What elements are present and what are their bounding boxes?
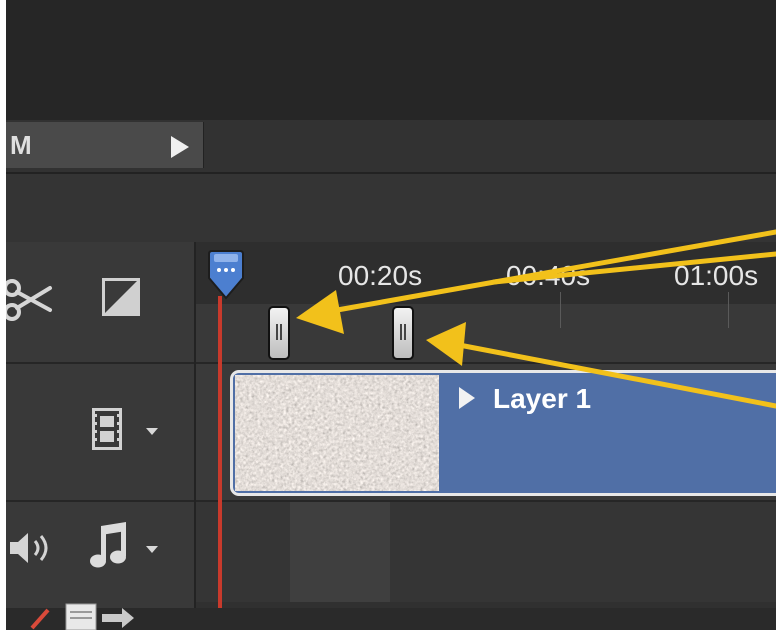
video-track: Layer 1 bbox=[196, 364, 776, 502]
playback-mode-box[interactable]: M bbox=[6, 122, 204, 168]
audio-track[interactable] bbox=[196, 502, 776, 602]
play-icon[interactable] bbox=[171, 136, 189, 158]
video-clip[interactable]: Layer 1 bbox=[230, 370, 776, 496]
speaker-icon[interactable] bbox=[8, 528, 54, 568]
playhead-icon[interactable] bbox=[204, 250, 248, 302]
clip-title: Layer 1 bbox=[493, 383, 592, 414]
audio-dropdown-caret[interactable] bbox=[146, 546, 158, 553]
audio-track-region bbox=[290, 502, 390, 602]
timeline-area: 00:20s 00:40s 01:00s Layer 1 bbox=[196, 242, 776, 630]
top-toolbar-area bbox=[6, 0, 776, 120]
split-icon[interactable] bbox=[102, 278, 140, 316]
in-point-trim-handle[interactable] bbox=[268, 306, 290, 360]
video-dropdown-caret[interactable] bbox=[146, 428, 158, 435]
out-point-trim-handle[interactable] bbox=[392, 306, 414, 360]
timeline-header-strip bbox=[6, 172, 776, 244]
ruler-tick-label: 00:20s bbox=[338, 260, 423, 291]
audio-track-header bbox=[6, 502, 194, 602]
ruler-tick-label: 01:00s bbox=[674, 260, 759, 291]
playhead-line bbox=[218, 296, 222, 630]
playback-bar: M bbox=[6, 120, 776, 172]
tool-row bbox=[6, 242, 194, 364]
track-header-column bbox=[6, 242, 196, 630]
scissors-icon[interactable] bbox=[6, 272, 58, 328]
clip-expand-icon[interactable] bbox=[459, 387, 475, 409]
ruler-tick-mark bbox=[560, 292, 561, 328]
video-track-header bbox=[6, 364, 194, 502]
clip-thumbnail bbox=[235, 375, 439, 491]
ruler-tick-label: 00:40s bbox=[506, 260, 591, 291]
time-ruler[interactable]: 00:20s 00:40s 01:00s bbox=[196, 242, 776, 364]
playback-mode-label: M bbox=[10, 130, 32, 160]
bottom-tools-icon[interactable] bbox=[30, 598, 150, 630]
editor-window: M 00:20s 00:40s 01:00s Layer 1 bbox=[6, 0, 776, 630]
ruler-tick-mark bbox=[728, 292, 729, 328]
film-icon[interactable] bbox=[92, 408, 122, 450]
music-note-icon[interactable] bbox=[88, 522, 128, 570]
